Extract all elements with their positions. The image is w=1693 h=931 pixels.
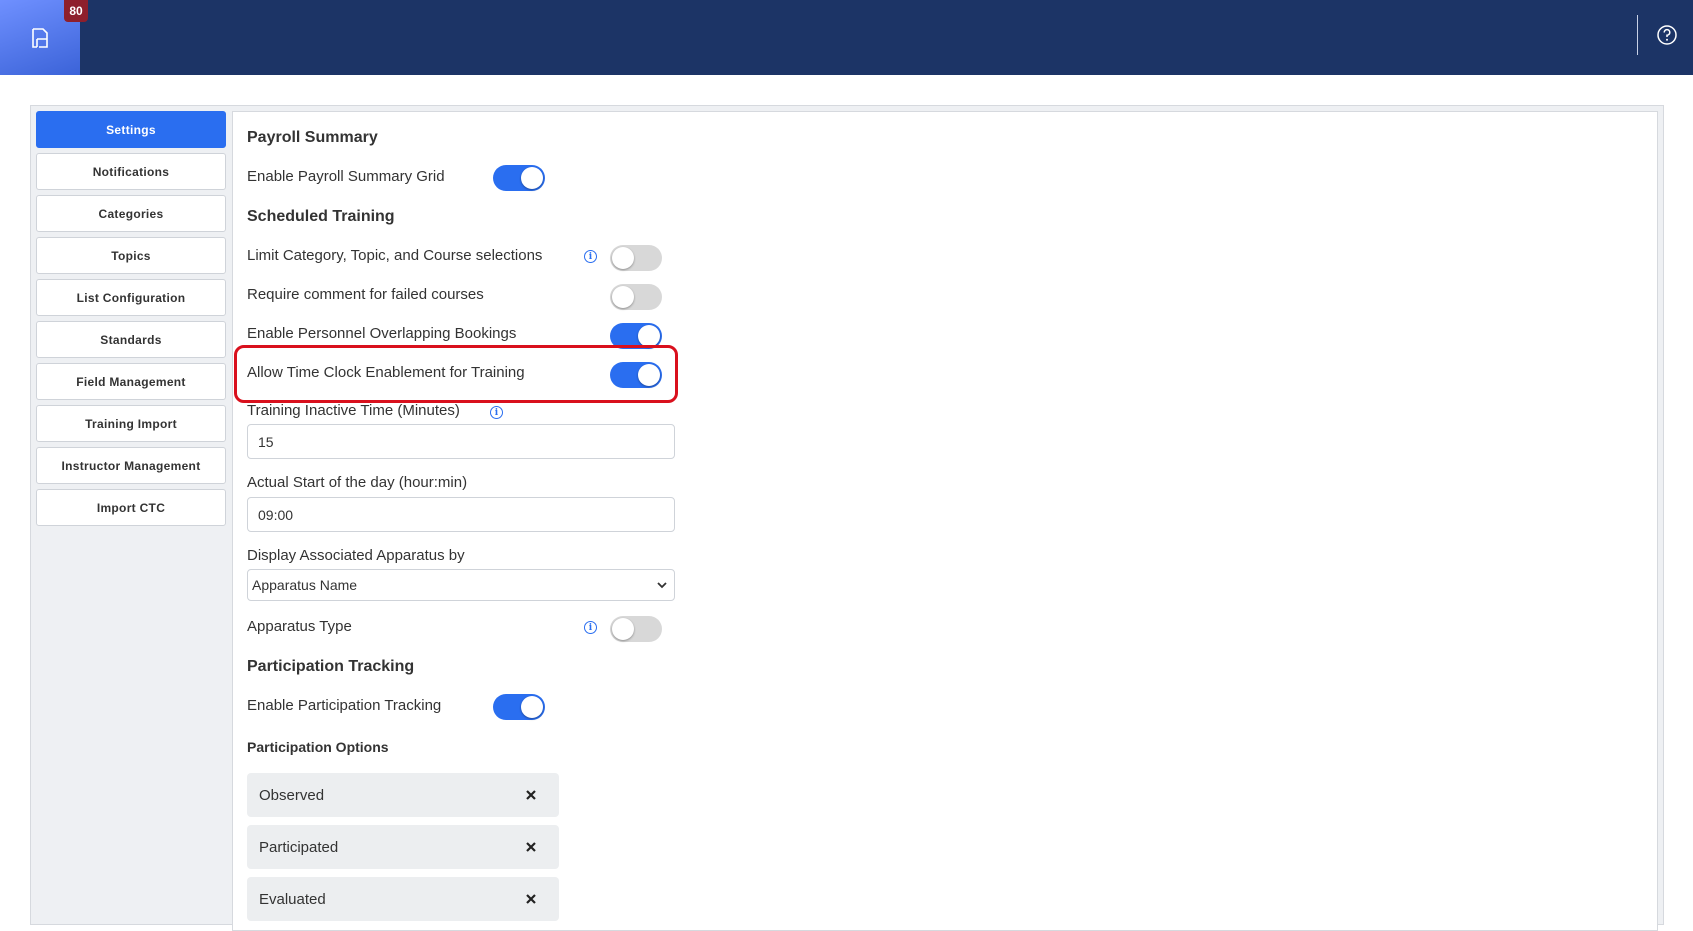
overlapping-bookings-toggle[interactable] — [610, 323, 662, 349]
toggle-knob — [612, 618, 634, 640]
sidebar-item-training-import[interactable]: Training Import — [36, 405, 226, 442]
toggle-knob — [612, 286, 634, 308]
enable-participation-tracking-label: Enable Participation Tracking — [247, 697, 442, 714]
participation-option-label: Participated — [259, 838, 339, 856]
participation-option-chip: Participated — [247, 825, 559, 869]
participation-tracking-title: Participation Tracking — [247, 658, 415, 675]
sidebar-item-settings[interactable]: Settings — [36, 111, 226, 148]
info-icon[interactable]: i — [490, 406, 503, 419]
info-icon[interactable]: i — [584, 621, 597, 634]
apparatus-display-select[interactable]: Apparatus Name — [247, 569, 675, 601]
close-icon[interactable] — [525, 841, 537, 853]
scheduled-training-title: Scheduled Training — [247, 208, 395, 225]
time-clock-label: Allow Time Clock Enablement for Training — [247, 364, 525, 381]
enable-payroll-summary-grid-toggle[interactable] — [493, 165, 545, 191]
sidebar-item-list-configuration[interactable]: List Configuration — [36, 279, 226, 316]
help-circle-icon[interactable] — [1656, 24, 1678, 46]
apparatus-type-label: Apparatus Type — [247, 618, 352, 635]
apparatus-display-label: Display Associated Apparatus by — [247, 547, 465, 564]
participation-option-label: Observed — [259, 786, 325, 804]
close-icon[interactable] — [525, 789, 537, 801]
close-icon[interactable] — [525, 893, 537, 905]
sidebar-item-import-ctc[interactable]: Import CTC — [36, 489, 226, 526]
info-icon[interactable]: i — [584, 250, 597, 263]
participation-option-chip: Observed — [247, 773, 559, 817]
top-navbar: 80 — [0, 0, 1693, 75]
start-of-day-label: Actual Start of the day (hour:min) — [247, 474, 468, 491]
time-clock-toggle[interactable] — [610, 362, 662, 388]
sidebar-item-notifications[interactable]: Notifications — [36, 153, 226, 190]
inactive-time-label: Training Inactive Time (Minutes) — [247, 402, 460, 419]
limit-selections-toggle[interactable] — [610, 245, 662, 271]
apparatus-type-toggle[interactable] — [610, 616, 662, 642]
apparatus-display-value: Apparatus Name — [252, 577, 358, 593]
participation-option-chip: Evaluated — [247, 877, 559, 921]
require-comment-label: Require comment for failed courses — [247, 286, 484, 303]
inactive-time-input[interactable] — [247, 424, 675, 459]
sidebar-item-topics[interactable]: Topics — [36, 237, 226, 274]
chevron-down-icon — [657, 582, 667, 589]
sidebar-item-field-management[interactable]: Field Management — [36, 363, 226, 400]
start-of-day-input[interactable] — [247, 497, 675, 532]
sidebar-item-categories[interactable]: Categories — [36, 195, 226, 232]
settings-sidebar: Settings Notifications Categories Topics… — [36, 111, 226, 531]
toggle-knob — [638, 325, 660, 347]
toggle-knob — [612, 247, 634, 269]
notification-badge: 80 — [64, 0, 88, 22]
sidebar-item-instructor-management[interactable]: Instructor Management — [36, 447, 226, 484]
enable-participation-tracking-toggle[interactable] — [493, 694, 545, 720]
participation-option-label: Evaluated — [259, 890, 326, 908]
toggle-knob — [521, 167, 543, 189]
payroll-summary-title: Payroll Summary — [247, 129, 378, 146]
overlapping-bookings-label: Enable Personnel Overlapping Bookings — [247, 325, 517, 342]
topbar-divider — [1637, 15, 1638, 55]
enable-payroll-summary-grid-label: Enable Payroll Summary Grid — [247, 168, 445, 185]
toggle-knob — [638, 364, 660, 386]
participation-options-title: Participation Options — [247, 739, 389, 755]
require-comment-toggle[interactable] — [610, 284, 662, 310]
sidebar-item-standards[interactable]: Standards — [36, 321, 226, 358]
toggle-knob — [521, 696, 543, 718]
document-icon — [32, 27, 48, 48]
limit-selections-label: Limit Category, Topic, and Course select… — [247, 247, 543, 264]
